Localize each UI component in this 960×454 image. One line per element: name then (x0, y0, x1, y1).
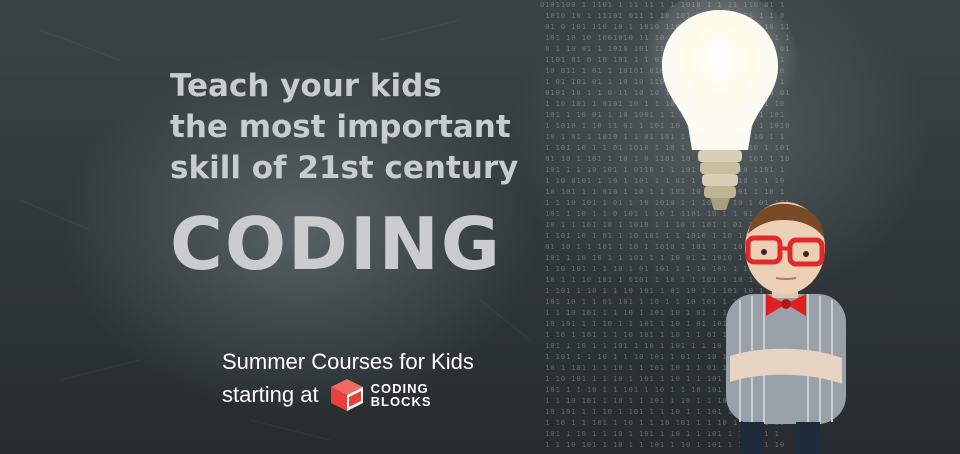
tagline-line-1: Teach your kids (170, 68, 442, 104)
coding-blocks-logo[interactable]: CODING BLOCKS (329, 378, 432, 412)
coding-blocks-logo-icon (330, 379, 363, 411)
courses-starting-text: starting at (222, 382, 319, 407)
courses-line-2: starting at CODING BLOCKS (222, 378, 474, 412)
lightbulb-icon (640, 0, 800, 210)
headline: CODING (170, 202, 502, 286)
coding-blocks-wordmark: CODING BLOCKS (371, 382, 432, 408)
tagline: Teach your kids the most important skill… (170, 66, 518, 189)
tagline-line-2: the most important (170, 109, 511, 145)
tagline-line-3: skill of 21st century (170, 150, 519, 186)
courses-info: Summer Courses for Kids starting at CODI… (222, 346, 474, 412)
coding-banner: 0101100 1 1101 1 11 11 1 1 1010 1 1 11 1… (0, 0, 960, 454)
courses-line-1: Summer Courses for Kids (222, 349, 474, 374)
brand-name-line-2: BLOCKS (370, 394, 432, 409)
boy-illustration (726, 202, 846, 454)
